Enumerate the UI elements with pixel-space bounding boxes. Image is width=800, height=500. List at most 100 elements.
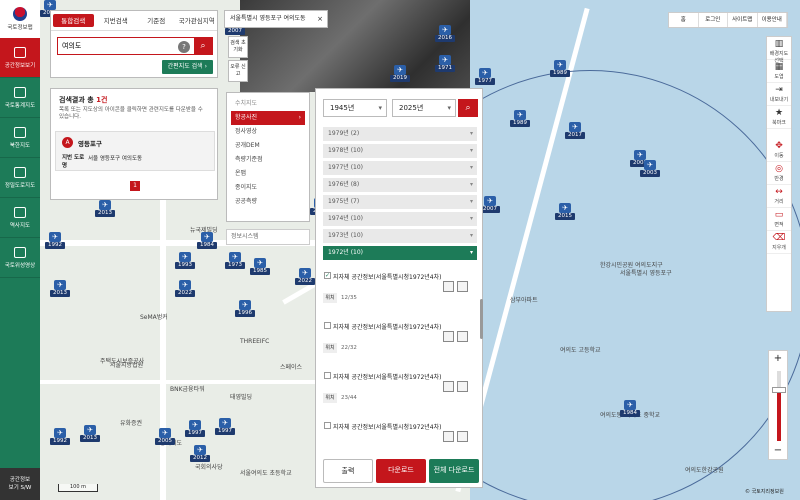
simple-map-search-button[interactable]: 간편지도 검색 › — [161, 60, 213, 74]
item-checkbox[interactable] — [324, 372, 331, 379]
type-item[interactable]: 수치지도 — [227, 97, 309, 111]
photo-pin[interactable]: ✈ 1989 — [510, 110, 530, 128]
scrollbar[interactable] — [480, 299, 483, 339]
page-button[interactable]: 1 — [130, 181, 140, 191]
tool-0[interactable]: ▥ 배경지도 선택 — [767, 37, 791, 64]
preview-icon[interactable] — [443, 431, 454, 442]
search-input[interactable] — [58, 38, 174, 54]
photo-pin[interactable]: ✈ 2016 — [435, 25, 455, 43]
tool-8[interactable]: ⌫ 지우개 — [767, 231, 791, 254]
year-row[interactable]: 1973년 (10) — [323, 229, 477, 243]
photo-pin[interactable]: ✈ 1971 — [435, 55, 455, 73]
type-item[interactable]: 공개DEM — [227, 139, 309, 153]
photo-pin[interactable]: ✈ 1992 — [50, 428, 70, 446]
tool-3[interactable]: ★ 북마크 — [767, 106, 791, 129]
tool-2[interactable]: ⇥ 내보내기 — [767, 83, 791, 106]
zoom-out-button[interactable]: − — [769, 443, 787, 459]
error-report-button[interactable]: 오류 신고 — [228, 60, 248, 82]
print-button[interactable]: 출력 — [323, 459, 373, 483]
help-icon[interactable]: ? — [178, 41, 190, 53]
photo-pin[interactable]: ✈ 1993 — [175, 252, 195, 270]
tool-5[interactable]: ◎ 반경 — [767, 162, 791, 185]
preview-icon[interactable] — [443, 331, 454, 342]
info-system-select[interactable]: 정보시스템 — [226, 229, 310, 245]
type-item[interactable]: 온맵 — [227, 167, 309, 181]
year-to-select[interactable]: 2025년 — [392, 99, 456, 117]
photo-pin[interactable]: ✈ 2022 — [175, 280, 195, 298]
grid-icon[interactable] — [457, 381, 468, 392]
nav-item-satellite[interactable]: 국토위성영상 — [0, 238, 40, 278]
year-from-select[interactable]: 1945년 — [323, 99, 387, 117]
photo-pin[interactable]: ✈ 1997 — [185, 420, 205, 438]
photo-pin[interactable]: ✈ 1973 — [225, 252, 245, 270]
year-row[interactable]: 1977년 (10) — [323, 161, 477, 175]
preview-icon[interactable] — [443, 381, 454, 392]
photo-pin[interactable]: ✈ 1985 — [250, 258, 270, 276]
year-row[interactable]: 1976년 (8) — [323, 178, 477, 192]
download-button[interactable]: 다운로드 — [376, 459, 426, 483]
item-checkbox[interactable]: ✓ — [324, 272, 331, 279]
nav-item-stats[interactable]: 국토통계지도 — [0, 78, 40, 118]
sitemap-link[interactable]: 사이트맵 — [728, 13, 758, 27]
tab-interest-area[interactable]: 국가관심지역 — [177, 11, 218, 30]
download-all-button[interactable]: 전체 다운로드 — [429, 459, 479, 483]
photo-pin[interactable]: ✈ 2013 — [80, 425, 100, 443]
tab-control-point[interactable]: 기준점 — [136, 11, 177, 30]
nav-item-history[interactable]: 역사지도 — [0, 198, 40, 238]
grid-icon[interactable] — [457, 281, 468, 292]
type-item[interactable]: 정사영상 — [227, 125, 309, 139]
tool-4[interactable]: ✥ 이동 — [767, 139, 791, 162]
home-link[interactable]: 홈 — [669, 13, 699, 27]
address-box[interactable]: 서울특별시 영등포구 여의도동 × — [224, 10, 328, 28]
item-checkbox[interactable] — [324, 322, 331, 329]
type-item[interactable]: 측량기준점 — [227, 153, 309, 167]
type-item[interactable]: 공공측량 — [227, 195, 309, 209]
login-link[interactable]: 로그인 — [699, 13, 728, 27]
year-row[interactable]: 1974년 (10) — [323, 212, 477, 226]
tab-lot[interactable]: 지번검색 — [96, 11, 137, 30]
photo-pin[interactable]: ✈ 2013 — [50, 280, 70, 298]
logo[interactable]: 국토정보맵 — [0, 0, 40, 38]
photo-pin[interactable]: ✈ 2003 — [640, 160, 660, 178]
photo-pin[interactable]: ✈ 2012 — [190, 445, 210, 463]
tool-7[interactable]: ▭ 면적 — [767, 208, 791, 231]
year-row[interactable]: 1978년 (10) — [323, 144, 477, 158]
photo-pin[interactable]: ✈ 1997 — [215, 418, 235, 436]
type-item[interactable]: 항공사진 — [231, 111, 305, 125]
year-row[interactable]: 1975년 (7) — [323, 195, 477, 209]
year-row[interactable]: 1972년 (10) — [323, 246, 477, 260]
item-checkbox[interactable] — [324, 422, 331, 429]
photo-pin[interactable]: ✈ 2013 — [95, 200, 115, 218]
photo-pin[interactable]: ✈ 2005 — [155, 428, 175, 446]
sw-link[interactable]: 공간정보 보기 S/W — [0, 468, 40, 500]
photo-pin[interactable]: ✈2015 — [555, 203, 575, 221]
zoom-handle[interactable] — [772, 387, 786, 393]
grid-icon[interactable] — [457, 331, 468, 342]
type-item[interactable]: 종이지도 — [227, 181, 309, 195]
nav-item-road[interactable]: 정밀도로지도 — [0, 158, 40, 198]
photo-pin[interactable]: ✈ 1984 — [620, 400, 640, 418]
grid-icon[interactable] — [457, 431, 468, 442]
close-icon[interactable]: × — [317, 11, 323, 27]
photo-pin[interactable]: ✈ 1977 — [475, 68, 495, 86]
photo-pin[interactable]: ✈2019 — [390, 65, 410, 83]
photo-pin[interactable]: ✈ 2017 — [565, 122, 585, 140]
photo-pin[interactable]: ✈2007 — [480, 196, 500, 214]
preview-icon[interactable] — [443, 281, 454, 292]
guide-link[interactable]: 이용안내 — [758, 13, 787, 27]
photo-pin[interactable]: ✈ 1992 — [45, 232, 65, 250]
tab-integrated[interactable]: 통합검색 — [53, 14, 94, 27]
photo-pin[interactable]: ✈ 1984 — [197, 232, 217, 250]
search-button[interactable]: ⌕ — [194, 38, 212, 54]
photo-pin[interactable]: ✈ 1989 — [550, 60, 570, 78]
zoom-in-button[interactable]: + — [769, 351, 787, 367]
year-row[interactable]: 1979년 (2) — [323, 127, 477, 141]
nav-item-spatial[interactable]: 공간정보보기 — [0, 38, 40, 78]
result-card[interactable]: A 영등포구 지번 도로명 서울 영등포구 여의도동 — [55, 131, 215, 171]
tool-1[interactable]: ▦ 도엽 — [767, 60, 791, 83]
photo-pin[interactable]: ✈ 2022 — [295, 268, 315, 286]
year-search-button[interactable]: ⌕ — [458, 99, 478, 117]
reset-search-button[interactable]: 검색 초기화 — [228, 36, 248, 58]
tool-6[interactable]: ↔ 거리 — [767, 185, 791, 208]
nav-item-north[interactable]: 북한지도 — [0, 118, 40, 158]
